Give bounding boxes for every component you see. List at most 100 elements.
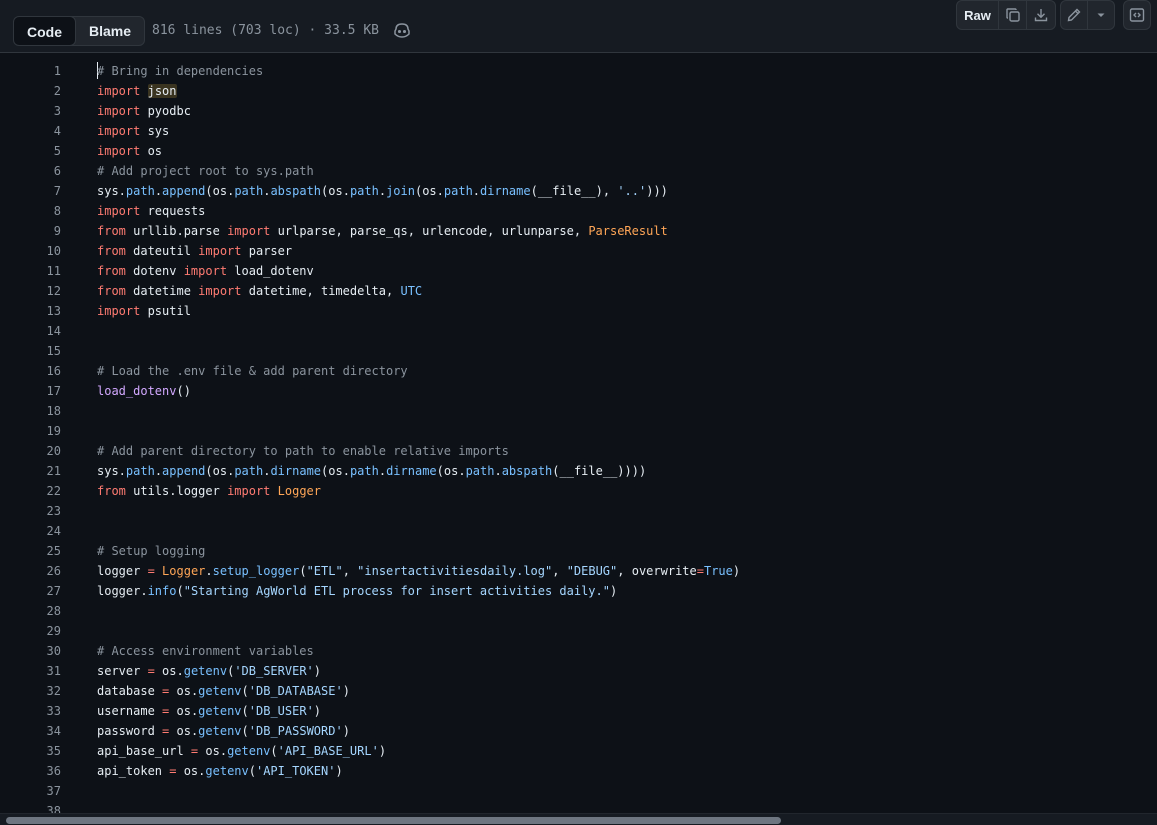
code-token: 'API_TOKEN' bbox=[255, 764, 336, 778]
symbols-panel-button[interactable] bbox=[1124, 1, 1150, 29]
code-token: Logger bbox=[277, 484, 322, 498]
line-number[interactable]: 10 bbox=[1, 241, 61, 261]
line-number[interactable]: 35 bbox=[1, 741, 61, 761]
code-text: import psutil bbox=[97, 301, 191, 321]
line-number[interactable]: 36 bbox=[1, 761, 61, 781]
code-line: 11 from dotenv import load_dotenv bbox=[0, 261, 1157, 281]
line-number[interactable]: 5 bbox=[1, 141, 61, 161]
raw-button[interactable]: Raw bbox=[957, 1, 999, 29]
code-line: 14 bbox=[0, 321, 1157, 341]
line-number[interactable]: 23 bbox=[1, 501, 61, 521]
line-number[interactable]: 21 bbox=[1, 461, 61, 481]
code-line: 24 bbox=[0, 521, 1157, 541]
code-token: sys. bbox=[97, 184, 126, 198]
code-token: "DEBUG" bbox=[566, 564, 618, 578]
line-number[interactable]: 15 bbox=[1, 341, 61, 361]
code-text: import os bbox=[97, 141, 162, 161]
code-token: from bbox=[97, 484, 126, 498]
code-line: 36 api_token = os.getenv('API_TOKEN') bbox=[0, 761, 1157, 781]
line-number[interactable]: 4 bbox=[1, 121, 61, 141]
line-number[interactable]: 14 bbox=[1, 321, 61, 341]
code-token: getenv bbox=[227, 744, 271, 758]
line-number[interactable]: 11 bbox=[1, 261, 61, 281]
code-token: dateutil bbox=[125, 244, 199, 258]
code-token: password bbox=[97, 724, 163, 738]
line-number[interactable]: 33 bbox=[1, 701, 61, 721]
code-token: path bbox=[234, 464, 264, 478]
edit-button[interactable] bbox=[1061, 1, 1089, 29]
copilot-icon[interactable] bbox=[393, 22, 411, 38]
pencil-icon bbox=[1066, 7, 1082, 23]
edit-group bbox=[1060, 0, 1115, 30]
line-number[interactable]: 20 bbox=[1, 441, 61, 461]
code-text: # Add parent directory to path to enable… bbox=[97, 441, 509, 461]
code-token: os. bbox=[154, 664, 184, 678]
code-token: = bbox=[147, 564, 155, 578]
line-number[interactable]: 16 bbox=[1, 361, 61, 381]
code-token: psutil bbox=[140, 304, 191, 318]
code-token: sys. bbox=[97, 464, 126, 478]
code-token: getenv bbox=[198, 684, 242, 698]
line-number[interactable]: 13 bbox=[1, 301, 61, 321]
code-line: 31 server = os.getenv('DB_SERVER') bbox=[0, 661, 1157, 681]
code-token: getenv bbox=[205, 764, 249, 778]
code-token: import bbox=[97, 104, 141, 118]
code-token: api_base_url bbox=[97, 744, 191, 758]
line-number[interactable]: 17 bbox=[1, 381, 61, 401]
code-text: api_base_url = os.getenv('API_BASE_URL') bbox=[97, 741, 386, 761]
code-token: () bbox=[176, 384, 191, 398]
copy-button[interactable] bbox=[999, 1, 1027, 29]
code-text: import json bbox=[97, 81, 177, 101]
line-number[interactable]: 34 bbox=[1, 721, 61, 741]
code-token: from bbox=[97, 224, 126, 238]
line-number[interactable]: 2 bbox=[1, 81, 61, 101]
code-token: ))) bbox=[646, 184, 668, 198]
tab-blame[interactable]: Blame bbox=[76, 17, 144, 45]
code-token: append bbox=[162, 464, 206, 478]
code-token: ) bbox=[335, 764, 343, 778]
edit-dropdown-button[interactable] bbox=[1088, 1, 1114, 29]
line-number[interactable]: 30 bbox=[1, 641, 61, 661]
line-number[interactable]: 9 bbox=[1, 221, 61, 241]
line-number[interactable]: 29 bbox=[1, 621, 61, 641]
line-number[interactable]: 32 bbox=[1, 681, 61, 701]
line-number[interactable]: 25 bbox=[1, 541, 61, 561]
code-text: load_dotenv() bbox=[97, 381, 191, 401]
tab-code[interactable]: Code bbox=[14, 17, 76, 45]
code-token: import bbox=[97, 84, 141, 98]
code-text: logger = Logger.setup_logger("ETL", "ins… bbox=[97, 561, 740, 581]
download-button[interactable] bbox=[1027, 1, 1055, 29]
code-view[interactable]: 1 # Bring in dependencies 2 import json 3 imp… bbox=[0, 53, 1157, 813]
line-number[interactable]: 8 bbox=[1, 201, 61, 221]
line-number[interactable]: 3 bbox=[1, 101, 61, 121]
line-number[interactable]: 38 bbox=[1, 801, 61, 813]
code-token: (os. bbox=[205, 184, 235, 198]
code-token: os bbox=[140, 144, 163, 158]
line-number[interactable]: 1 bbox=[1, 61, 61, 81]
code-text: from datetime import datetime, timedelta… bbox=[97, 281, 422, 301]
scrollbar-thumb[interactable] bbox=[6, 817, 781, 824]
line-number[interactable]: 31 bbox=[1, 661, 61, 681]
code-token: setup_logger bbox=[212, 564, 300, 578]
line-number[interactable]: 7 bbox=[1, 181, 61, 201]
line-number[interactable]: 22 bbox=[1, 481, 61, 501]
code-token: ( bbox=[270, 744, 278, 758]
code-line: 21 sys.path.append(os.path.dirname(os.pat… bbox=[0, 461, 1157, 481]
line-number[interactable]: 28 bbox=[1, 601, 61, 621]
code-token: getenv bbox=[183, 664, 228, 678]
line-number[interactable]: 37 bbox=[1, 781, 61, 801]
code-token: UTC bbox=[400, 284, 423, 298]
line-number[interactable]: 12 bbox=[1, 281, 61, 301]
line-number[interactable]: 19 bbox=[1, 421, 61, 441]
code-token: (__file__)))) bbox=[552, 464, 647, 478]
line-number[interactable]: 24 bbox=[1, 521, 61, 541]
code-token: ) bbox=[732, 564, 741, 578]
line-number[interactable]: 18 bbox=[1, 401, 61, 421]
line-number[interactable]: 27 bbox=[1, 581, 61, 601]
symbols-panel-icon bbox=[1129, 7, 1145, 23]
line-number[interactable]: 6 bbox=[1, 161, 61, 181]
line-number[interactable]: 26 bbox=[1, 561, 61, 581]
horizontal-scrollbar[interactable] bbox=[0, 813, 1157, 825]
code-token: "Starting AgWorld ETL process for insert… bbox=[183, 584, 610, 598]
code-token: database bbox=[97, 684, 163, 698]
